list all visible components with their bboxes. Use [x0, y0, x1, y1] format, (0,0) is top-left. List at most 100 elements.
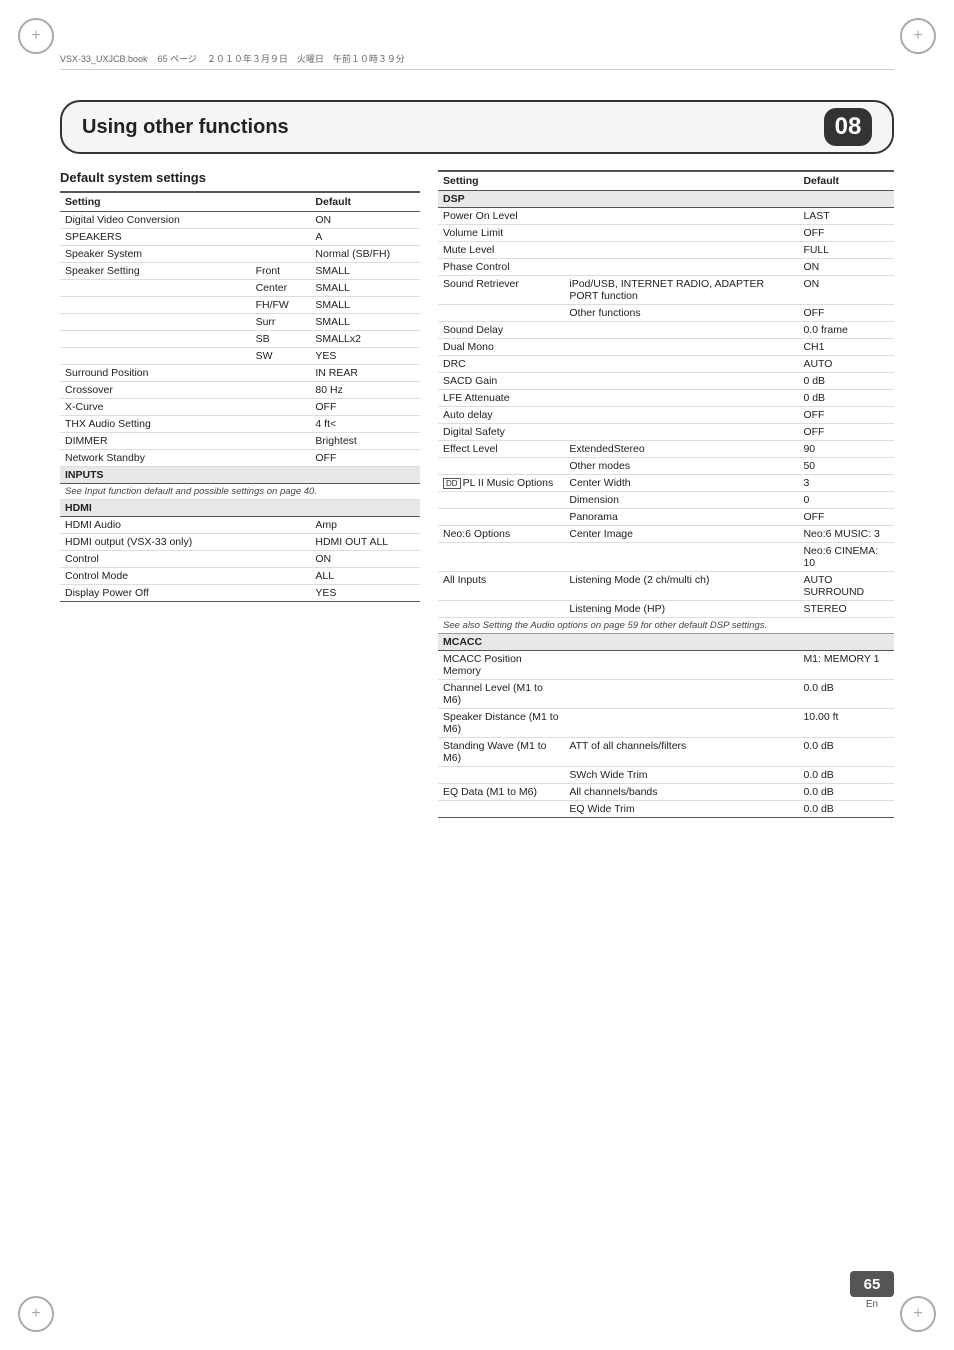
default-value-cell: 0 dB: [798, 390, 894, 407]
table-row: DSP: [438, 191, 894, 208]
setting-name-cell: Neo:6 Options: [438, 526, 564, 543]
default-value-cell: HDMI OUT ALL: [310, 534, 420, 551]
table-row: Speaker SystemNormal (SB/FH): [60, 246, 420, 263]
table-row: MCACC: [438, 634, 894, 651]
default-value-cell: AUTO: [798, 356, 894, 373]
main-content: Default system settings Setting Default …: [60, 170, 894, 1270]
setting-sub-cell: [564, 259, 798, 276]
page-number: 65: [850, 1271, 894, 1297]
default-value-cell: FULL: [798, 242, 894, 259]
table-row: Speaker Distance (M1 to M6)10.00 ft: [438, 709, 894, 738]
setting-name-cell: DDPL II Music Options: [438, 475, 564, 492]
note-cell: See also Setting the Audio options on pa…: [438, 618, 894, 634]
corner-decoration-bl: [18, 1296, 54, 1332]
table-row: Mute LevelFULL: [438, 242, 894, 259]
setting-sub-cell: Other functions: [564, 305, 798, 322]
table-row: EQ Data (M1 to M6)All channels/bands0.0 …: [438, 784, 894, 801]
table-row: SWch Wide Trim0.0 dB: [438, 767, 894, 784]
setting-name-cell: [438, 458, 564, 475]
default-value-cell: CH1: [798, 339, 894, 356]
default-value-cell: SMALL: [310, 314, 420, 331]
table-row: See also Setting the Audio options on pa…: [438, 618, 894, 634]
table-row: HDMI output (VSX-33 only)HDMI OUT ALL: [60, 534, 420, 551]
top-metadata: VSX-33_UXJCB.book 65 ページ ２０１０年３月９日 火曜日 午…: [60, 52, 894, 70]
table-row: Control ModeALL: [60, 568, 420, 585]
default-value-cell: ON: [798, 259, 894, 276]
setting-name-cell: Speaker Distance (M1 to M6): [438, 709, 564, 738]
setting-sub-cell: Other modes: [564, 458, 798, 475]
setting-name-cell: Dual Mono: [438, 339, 564, 356]
table-row: Neo:6 CINEMA: 10: [438, 543, 894, 572]
setting-sub-cell: All channels/bands: [564, 784, 798, 801]
table-row: Channel Level (M1 to M6)0.0 dB: [438, 680, 894, 709]
table-row: X-CurveOFF: [60, 399, 420, 416]
setting-sub-cell: SW: [238, 348, 311, 365]
meta-date: ２０１０年３月９日 火曜日 午前１０時３９分: [207, 54, 405, 64]
setting-name-cell: EQ Data (M1 to M6): [438, 784, 564, 801]
default-value-cell: OFF: [798, 424, 894, 441]
setting-name-cell: THX Audio Setting: [60, 416, 238, 433]
default-value-cell: SMALLx2: [310, 331, 420, 348]
setting-sub-cell: [238, 568, 311, 585]
default-value-cell: YES: [310, 585, 420, 602]
setting-name-cell: DIMMER: [60, 433, 238, 450]
table-row: THX Audio Setting4 ft<: [60, 416, 420, 433]
setting-name-cell: Sound Retriever: [438, 276, 564, 305]
default-value-cell: YES: [310, 348, 420, 365]
setting-name-cell: [438, 543, 564, 572]
setting-sub-cell: Listening Mode (2 ch/multi ch): [564, 572, 798, 601]
table-row: Power On LevelLAST: [438, 208, 894, 225]
default-value-cell: ON: [798, 276, 894, 305]
default-value-cell: M1: MEMORY 1: [798, 651, 894, 680]
setting-sub-cell: [238, 433, 311, 450]
left-column: Default system settings Setting Default …: [60, 170, 420, 1270]
setting-sub-cell: [238, 365, 311, 382]
setting-sub-cell: [564, 356, 798, 373]
page-language: En: [866, 1299, 878, 1310]
setting-sub-cell: [564, 407, 798, 424]
table-row: DDPL II Music OptionsCenter Width3: [438, 475, 894, 492]
table-row: Sound Delay0.0 frame: [438, 322, 894, 339]
table-row: FH/FWSMALL: [60, 297, 420, 314]
setting-sub-cell: ExtendedStereo: [564, 441, 798, 458]
meta-text: VSX-33_UXJCB.book: [60, 54, 148, 64]
table-row: Other modes50: [438, 458, 894, 475]
setting-sub-cell: FH/FW: [238, 297, 311, 314]
setting-name-cell: [60, 297, 238, 314]
setting-name-cell: [60, 314, 238, 331]
right-col-header-setting: Setting: [438, 171, 564, 191]
setting-name-cell: [438, 492, 564, 509]
setting-sub-cell: [564, 390, 798, 407]
table-row: Dual Mono CH1: [438, 339, 894, 356]
default-value-cell: OFF: [798, 305, 894, 322]
default-value-cell: ALL: [310, 568, 420, 585]
bold-section-label: INPUTS: [60, 467, 420, 484]
setting-sub-cell: Dimension: [564, 492, 798, 509]
default-value-cell: Amp: [310, 517, 420, 534]
table-row: SurrSMALL: [60, 314, 420, 331]
setting-name-cell: [438, 801, 564, 818]
default-value-cell: OFF: [310, 450, 420, 467]
right-col-header-default: Default: [798, 171, 894, 191]
table-row: Volume LimitOFF: [438, 225, 894, 242]
meta-page: 65 ページ: [158, 54, 197, 64]
table-row: Other functionsOFF: [438, 305, 894, 322]
default-value-cell: OFF: [798, 407, 894, 424]
table-row: Digital Video ConversionON: [60, 212, 420, 229]
chapter-header: Using other functions 08: [60, 100, 894, 154]
setting-sub-cell: [238, 416, 311, 433]
setting-name-cell: Digital Safety: [438, 424, 564, 441]
table-row: Auto delayOFF: [438, 407, 894, 424]
setting-sub-cell: [238, 534, 311, 551]
default-value-cell: STEREO: [798, 601, 894, 618]
setting-name-cell: Phase Control: [438, 259, 564, 276]
setting-sub-cell: [564, 339, 798, 356]
default-value-cell: OFF: [798, 225, 894, 242]
table-row: EQ Wide Trim0.0 dB: [438, 801, 894, 818]
table-row: Neo:6 OptionsCenter ImageNeo:6 MUSIC: 3: [438, 526, 894, 543]
table-row: INPUTS: [60, 467, 420, 484]
left-col-header-sub: [238, 192, 311, 212]
setting-name-cell: SACD Gain: [438, 373, 564, 390]
default-value-cell: Neo:6 CINEMA: 10: [798, 543, 894, 572]
setting-sub-cell: [238, 212, 311, 229]
